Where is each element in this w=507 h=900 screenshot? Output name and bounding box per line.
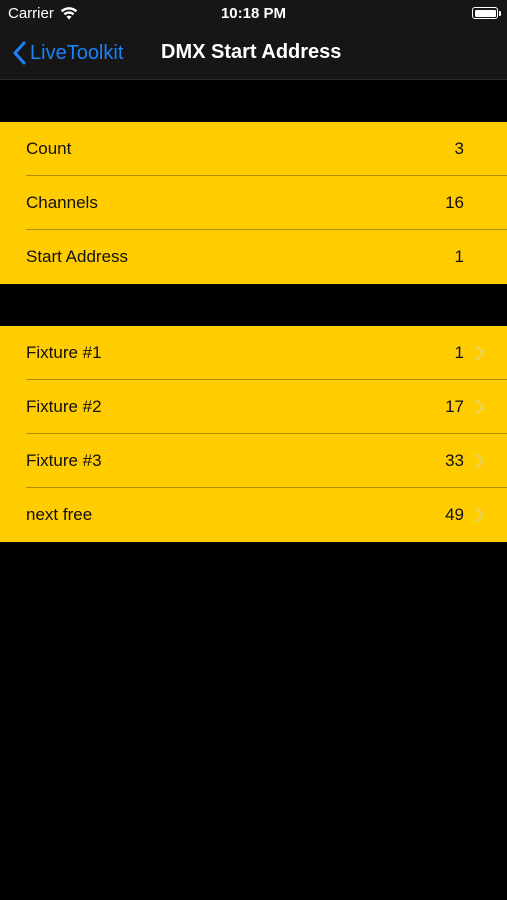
fixture-2-label: Fixture #2 [26, 397, 102, 416]
fixture-row-2[interactable]: Fixture #2 17 [0, 380, 507, 434]
next-free-row[interactable]: next free 49 [0, 488, 507, 542]
channels-row[interactable]: Channels 16 [0, 176, 507, 230]
fixture-3-label: Fixture #3 [26, 451, 102, 470]
settings-group: Count 3 Channels 16 Start Address 1 [0, 122, 507, 284]
chevron-right-icon [476, 507, 484, 523]
count-row[interactable]: Count 3 [0, 122, 507, 176]
status-time: 10:18 PM [220, 5, 287, 22]
battery-icon [472, 7, 501, 19]
back-button[interactable]: LiveToolkit [12, 38, 123, 68]
fixture-1-label: Fixture #1 [26, 343, 102, 362]
count-label: Count [26, 139, 72, 158]
start-address-label: Start Address [26, 247, 129, 266]
fixture-row-3[interactable]: Fixture #3 33 [0, 434, 507, 488]
start-address-value: 1 [454, 247, 464, 266]
status-bar: Carrier 10:18 PM [0, 0, 507, 28]
channels-label: Channels [26, 193, 98, 212]
fixture-3-value: 33 [445, 451, 464, 470]
fixtures-group: Fixture #1 1 Fixture #2 17 Fixture #3 33… [0, 326, 507, 542]
chevron-right-icon [476, 345, 484, 361]
next-free-label: next free [26, 505, 93, 524]
page-title: DMX Start Address [161, 41, 342, 63]
start-address-row[interactable]: Start Address 1 [0, 230, 507, 284]
fixture-1-value: 1 [454, 343, 464, 362]
channels-value: 16 [445, 193, 464, 212]
count-value: 3 [454, 139, 464, 158]
chevron-right-icon [476, 399, 484, 415]
chevron-right-icon [476, 453, 484, 469]
fixture-row-1[interactable]: Fixture #1 1 [0, 326, 507, 380]
next-free-value: 49 [445, 505, 464, 524]
chevron-left-icon [13, 41, 26, 65]
back-button-label: LiveToolkit [30, 41, 124, 64]
navigation-bar: LiveToolkit DMX Start Address [0, 28, 507, 80]
fixture-2-value: 17 [445, 397, 464, 416]
